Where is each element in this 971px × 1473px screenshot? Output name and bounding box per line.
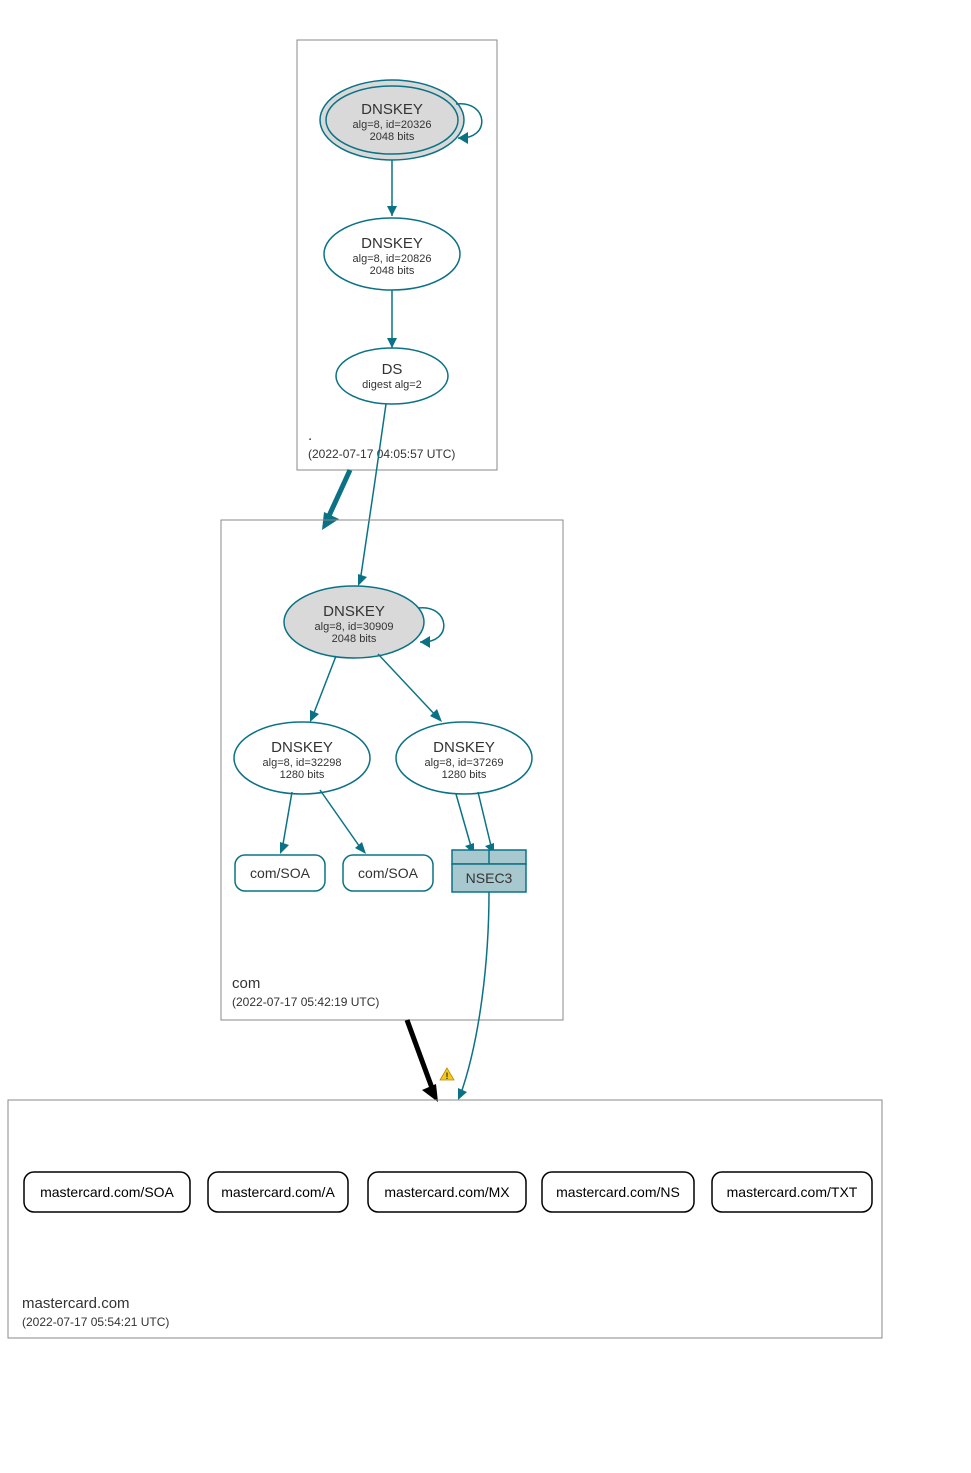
zone-root-label: .	[308, 427, 312, 444]
node-com-ksk[interactable]: DNSKEY alg=8, id=30909 2048 bits	[284, 586, 424, 658]
edge-com-to-mastercard-delegation	[407, 1020, 432, 1088]
edge-zsk1-soa1	[282, 792, 292, 850]
node-com-soa1[interactable]: com/SOA	[235, 855, 325, 891]
com-zsk2-line2: 1280 bits	[442, 769, 487, 781]
zone-com-timestamp: (2022-07-17 05:42:19 UTC)	[232, 995, 379, 1009]
root-ds-title: DS	[382, 361, 403, 378]
node-mastercard-a[interactable]: mastercard.com/A	[208, 1172, 348, 1212]
com-zsk2-title: DNSKEY	[433, 739, 495, 756]
node-mastercard-ns[interactable]: mastercard.com/NS	[542, 1172, 694, 1212]
arrow-zsk1-soa1	[280, 842, 289, 854]
nsec3-label: NSEC3	[466, 870, 513, 886]
node-nsec3[interactable]: NSEC3	[452, 850, 526, 892]
com-ksk-title: DNSKEY	[323, 603, 385, 620]
node-com-zsk1[interactable]: DNSKEY alg=8, id=32298 1280 bits	[234, 722, 370, 794]
com-zsk1-line1: alg=8, id=32298	[263, 757, 342, 769]
node-mastercard-soa[interactable]: mastercard.com/SOA	[24, 1172, 190, 1212]
root-zsk-line2: 2048 bits	[370, 265, 415, 277]
edge-zsk2-nsec3-b	[478, 792, 492, 850]
zone-com-label: com	[232, 975, 260, 992]
com-ksk-line1: alg=8, id=30909	[315, 621, 394, 633]
arrow-com-ksk-selfloop	[420, 636, 430, 648]
edge-ds-to-com-ksk	[360, 404, 386, 582]
com-zsk1-line2: 1280 bits	[280, 769, 325, 781]
root-ksk-line2: 2048 bits	[370, 131, 415, 143]
zone-mastercard-label: mastercard.com	[22, 1295, 130, 1312]
arrow-root-ksk-zsk	[387, 206, 397, 216]
edge-com-ksk-zsk2	[378, 654, 438, 718]
mastercard-mx-label: mastercard.com/MX	[384, 1184, 510, 1200]
arrow-root-zsk-ds	[387, 338, 397, 348]
root-ksk-title: DNSKEY	[361, 101, 423, 118]
com-soa1-label: com/SOA	[250, 865, 311, 881]
svg-text:!: !	[446, 1071, 449, 1081]
edge-nsec3-to-mastercard	[460, 892, 489, 1096]
edge-root-to-com-delegation	[328, 470, 350, 518]
mastercard-txt-label: mastercard.com/TXT	[727, 1184, 858, 1200]
zone-mastercard-box	[8, 1100, 882, 1338]
warning-icon: !	[440, 1068, 454, 1081]
root-ds-line1: digest alg=2	[362, 379, 422, 391]
node-com-zsk2[interactable]: DNSKEY alg=8, id=37269 1280 bits	[396, 722, 532, 794]
edge-zsk1-soa2	[320, 790, 362, 850]
zone-mastercard-timestamp: (2022-07-17 05:54:21 UTC)	[22, 1315, 169, 1329]
node-mastercard-txt[interactable]: mastercard.com/TXT	[712, 1172, 872, 1212]
mastercard-a-label: mastercard.com/A	[221, 1184, 335, 1200]
mastercard-ns-label: mastercard.com/NS	[556, 1184, 680, 1200]
root-zsk-line1: alg=8, id=20826	[353, 253, 432, 265]
mastercard-soa-label: mastercard.com/SOA	[40, 1184, 174, 1200]
arrow-ds-to-com-ksk	[358, 574, 367, 586]
edge-com-ksk-zsk1	[312, 656, 336, 718]
node-root-ksk[interactable]: DNSKEY alg=8, id=20326 2048 bits	[320, 80, 464, 160]
node-root-zsk[interactable]: DNSKEY alg=8, id=20826 2048 bits	[324, 218, 460, 290]
com-zsk2-line1: alg=8, id=37269	[425, 757, 504, 769]
node-com-soa2[interactable]: com/SOA	[343, 855, 433, 891]
arrow-zsk1-soa2	[355, 842, 366, 854]
root-ksk-line1: alg=8, id=20326	[353, 119, 432, 131]
com-ksk-line2: 2048 bits	[332, 633, 377, 645]
node-mastercard-mx[interactable]: mastercard.com/MX	[368, 1172, 526, 1212]
node-root-ds[interactable]: DS digest alg=2	[336, 348, 448, 404]
zone-root-timestamp: (2022-07-17 04:05:57 UTC)	[308, 447, 455, 461]
arrow-com-to-mastercard-delegation	[422, 1084, 438, 1102]
com-soa2-label: com/SOA	[358, 865, 419, 881]
com-zsk1-title: DNSKEY	[271, 739, 333, 756]
root-zsk-title: DNSKEY	[361, 235, 423, 252]
edge-zsk2-nsec3-a	[456, 794, 472, 850]
